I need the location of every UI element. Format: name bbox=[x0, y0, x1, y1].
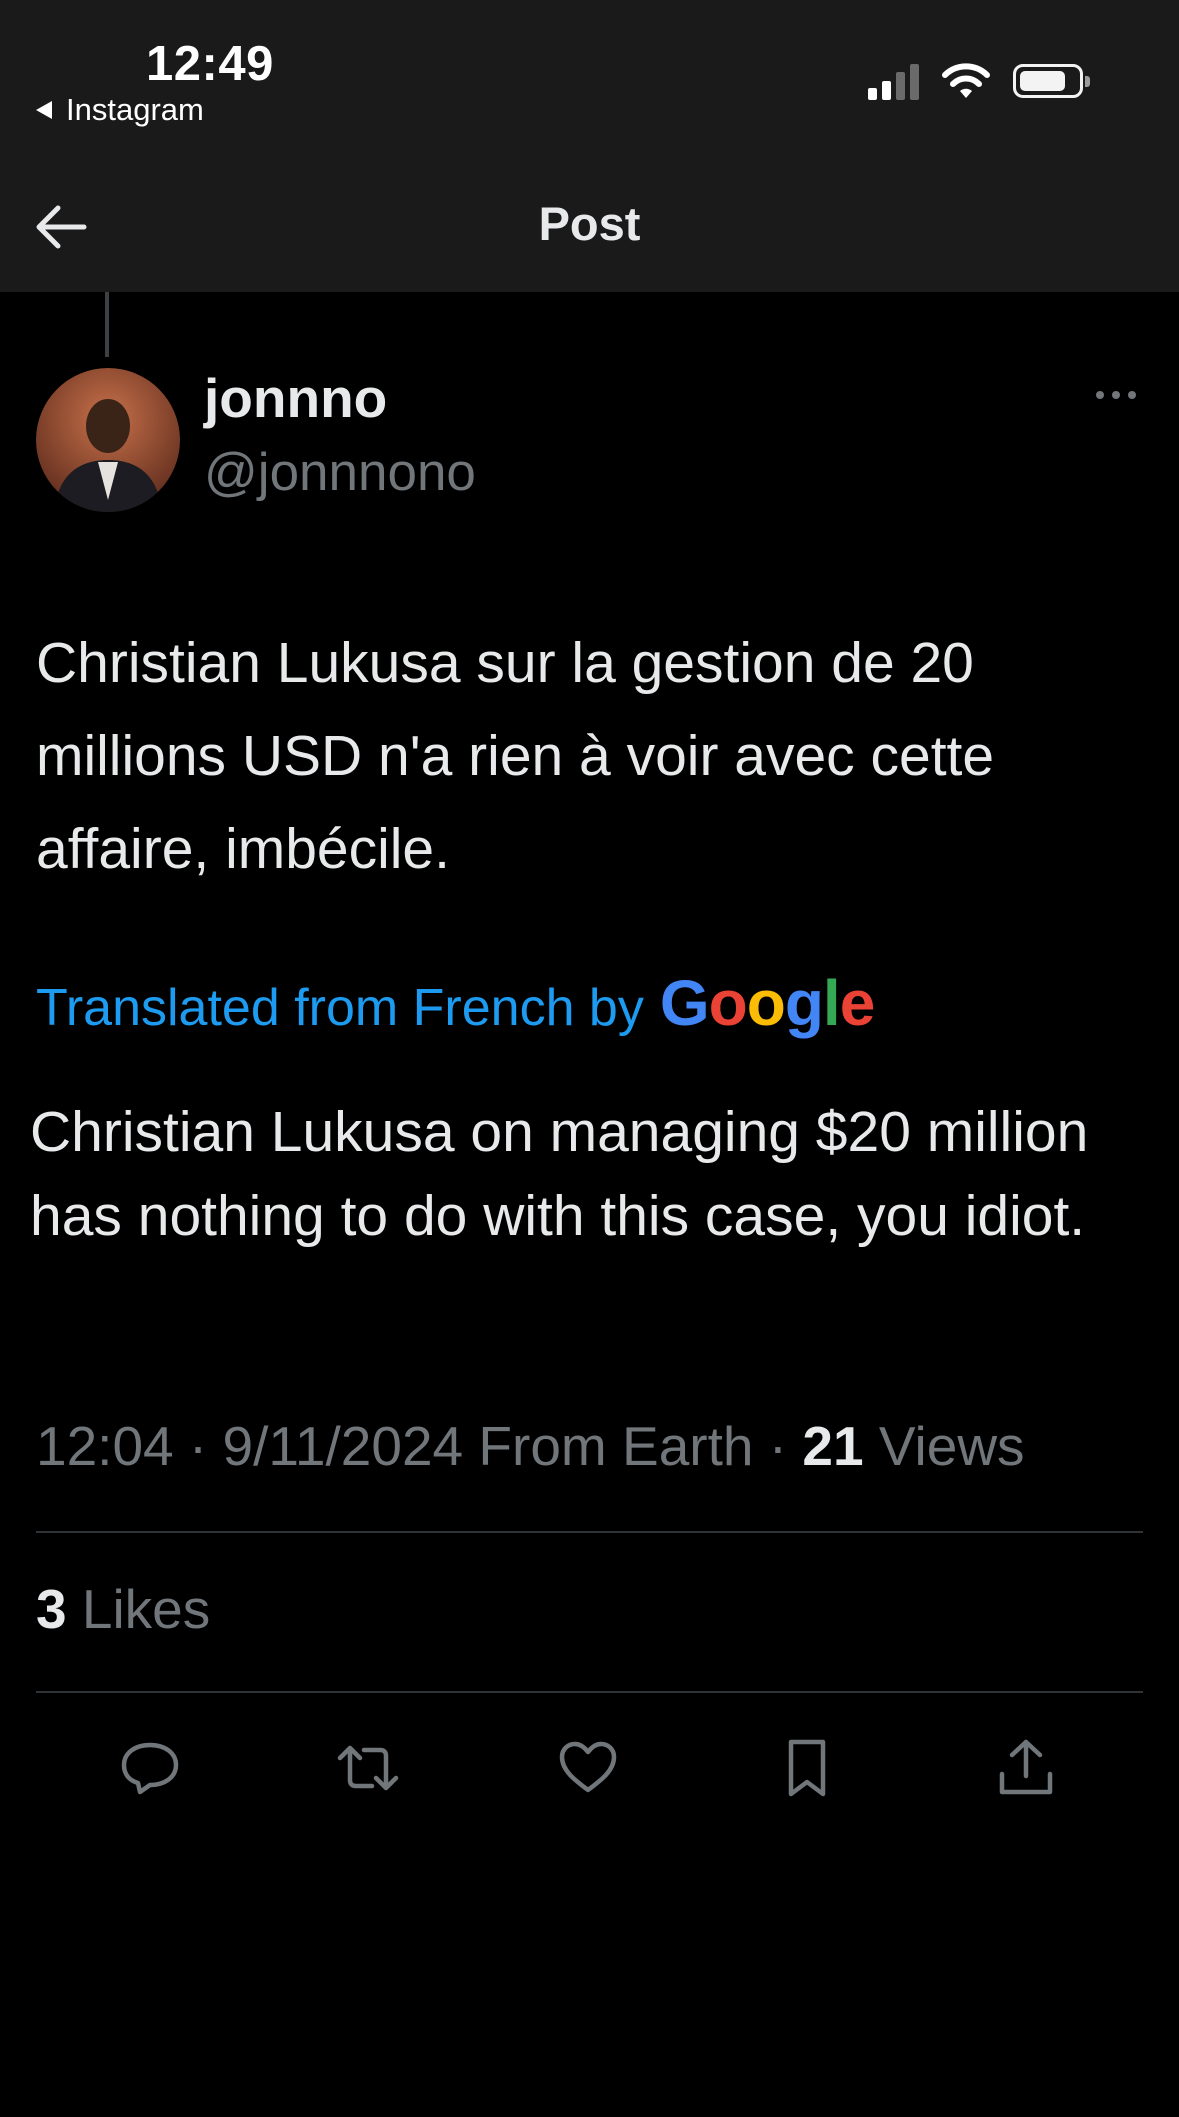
post-metadata: 12:04 · 9/11/2024 From Earth · 21 Views bbox=[36, 1415, 1025, 1477]
post-source: From Earth bbox=[478, 1415, 754, 1477]
status-time: 12:49 bbox=[146, 37, 274, 91]
divider bbox=[36, 1691, 1143, 1693]
back-app-label: Instagram bbox=[66, 92, 204, 127]
status-icons bbox=[868, 62, 1090, 100]
likes-count: 3 bbox=[36, 1578, 67, 1640]
page-title: Post bbox=[538, 197, 641, 250]
author-handle[interactable]: @jonnnono bbox=[204, 442, 476, 503]
wifi-icon bbox=[942, 63, 990, 98]
back-to-app-link[interactable]: Instagram bbox=[36, 92, 204, 128]
thread-connector-line bbox=[105, 292, 109, 357]
reply-icon[interactable] bbox=[118, 1736, 182, 1800]
action-bar bbox=[0, 1736, 1179, 1800]
divider bbox=[36, 1531, 1143, 1533]
likes-stat[interactable]: 3 Likes bbox=[36, 1577, 210, 1641]
bookmark-icon[interactable] bbox=[775, 1736, 839, 1800]
translation-attribution[interactable]: Translated from French by Google bbox=[36, 966, 875, 1040]
post-time: 12:04 bbox=[36, 1415, 174, 1477]
post-text: Christian Lukusa sur la gestion de 20 mi… bbox=[36, 631, 995, 881]
like-icon[interactable] bbox=[556, 1736, 620, 1800]
top-bar: 12:49 Instagram Post bbox=[0, 0, 1179, 292]
author-avatar[interactable] bbox=[36, 368, 180, 512]
cellular-signal-icon bbox=[868, 62, 919, 100]
views-label: Views bbox=[878, 1415, 1025, 1477]
translated-label: Translated from French by bbox=[36, 979, 644, 1037]
views-count: 21 bbox=[802, 1415, 864, 1477]
likes-label: Likes bbox=[81, 1578, 211, 1640]
post-date: 9/11/2024 bbox=[222, 1415, 464, 1477]
share-icon[interactable] bbox=[994, 1736, 1058, 1800]
more-options-icon[interactable] bbox=[1092, 385, 1140, 405]
author-name[interactable]: jonnno bbox=[204, 366, 387, 430]
google-logo: Google bbox=[659, 967, 875, 1039]
back-triangle-icon bbox=[36, 101, 52, 119]
repost-icon[interactable] bbox=[336, 1736, 400, 1800]
translated-text: Christian Lukusa on managing $20 million… bbox=[30, 1100, 1089, 1248]
battery-icon bbox=[1013, 64, 1090, 98]
